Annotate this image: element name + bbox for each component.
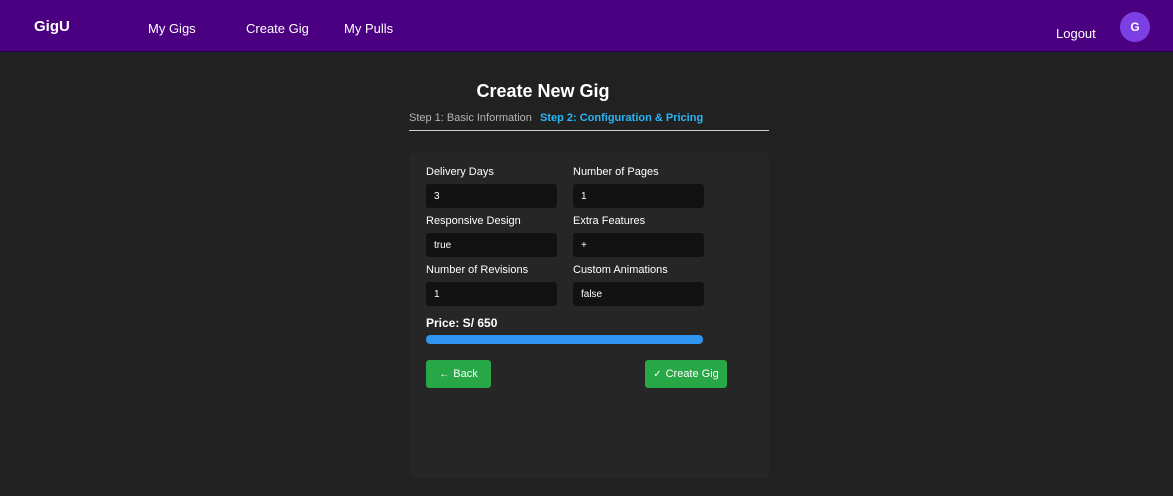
nav-link-create-gig[interactable]: Create Gig bbox=[246, 21, 309, 36]
check-icon: ✓ bbox=[653, 368, 662, 380]
step-tabs: Step 1: Basic Information Step 2: Config… bbox=[409, 112, 769, 131]
step-2-tab[interactable]: Step 2: Configuration & Pricing bbox=[540, 112, 703, 124]
responsive-design-input[interactable] bbox=[426, 233, 557, 257]
top-navbar: GigU My Gigs Create Gig My Pulls Logout … bbox=[0, 0, 1173, 52]
number-of-revisions-label: Number of Revisions bbox=[426, 264, 529, 276]
create-gig-button-label: Create Gig bbox=[665, 368, 719, 380]
extra-features-label: Extra Features bbox=[573, 215, 646, 227]
delivery-days-label: Delivery Days bbox=[426, 166, 494, 178]
create-gig-button[interactable]: ✓ Create Gig bbox=[645, 360, 727, 388]
price-progress-bar bbox=[426, 335, 703, 344]
price-progress-fill bbox=[426, 335, 703, 344]
avatar[interactable]: G bbox=[1120, 12, 1150, 42]
step-1-tab[interactable]: Step 1: Basic Information bbox=[409, 112, 532, 124]
number-of-pages-input[interactable] bbox=[573, 184, 704, 208]
arrow-left-icon: ← bbox=[439, 368, 450, 380]
logout-link[interactable]: Logout bbox=[1056, 26, 1096, 41]
extra-features-input[interactable] bbox=[573, 233, 704, 257]
custom-animations-input[interactable] bbox=[573, 282, 704, 306]
brand-logo[interactable]: GigU bbox=[34, 18, 70, 35]
custom-animations-label: Custom Animations bbox=[573, 264, 668, 276]
back-button[interactable]: ← Back bbox=[426, 360, 491, 388]
delivery-days-input[interactable] bbox=[426, 184, 557, 208]
number-of-revisions-input[interactable] bbox=[426, 282, 557, 306]
back-button-label: Back bbox=[453, 368, 478, 380]
nav-link-my-gigs[interactable]: My Gigs bbox=[148, 21, 196, 36]
page-title: Create New Gig bbox=[476, 81, 610, 101]
configuration-card: Delivery Days Number of Pages Responsive… bbox=[409, 152, 769, 478]
number-of-pages-label: Number of Pages bbox=[573, 166, 659, 178]
nav-link-my-pulls[interactable]: My Pulls bbox=[344, 21, 393, 36]
price-label: Price: S/ 650 bbox=[426, 316, 498, 330]
responsive-design-label: Responsive Design bbox=[426, 215, 521, 227]
